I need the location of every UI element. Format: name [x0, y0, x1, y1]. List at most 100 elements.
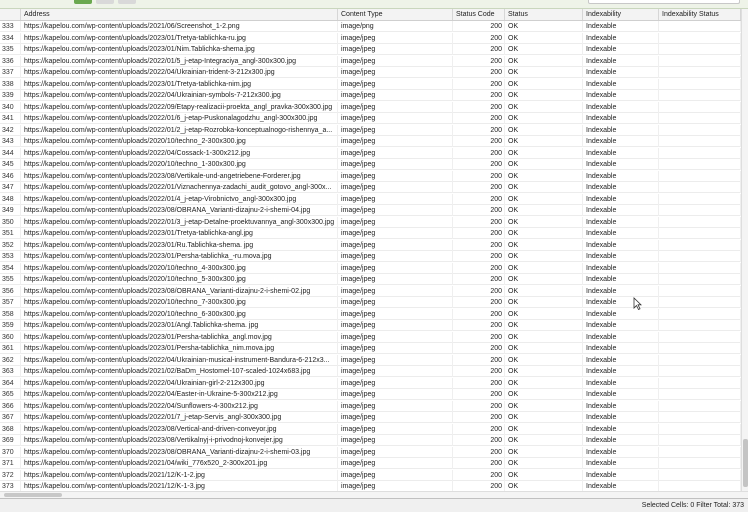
cell-content-type[interactable]: image/jpeg [338, 101, 453, 113]
cell-indexability[interactable]: Indexable [583, 331, 659, 343]
row-number[interactable]: 355 [0, 274, 21, 285]
cell-address[interactable]: https://kapelou.com/wp-content/uploads/2… [21, 481, 338, 491]
vertical-scrollbar[interactable] [741, 9, 748, 491]
cell-status-code[interactable]: 200 [453, 44, 505, 55]
table-row[interactable]: 345 https://kapelou.com/wp-content/upload… [0, 159, 748, 170]
cell-status-code[interactable]: 200 [453, 193, 505, 205]
row-number[interactable]: 370 [0, 446, 21, 458]
cell-status[interactable]: OK [505, 412, 583, 423]
cell-status[interactable]: OK [505, 159, 583, 170]
row-number[interactable]: 359 [0, 320, 21, 331]
cell-status-code[interactable]: 200 [453, 435, 505, 446]
cell-status-code[interactable]: 200 [453, 469, 505, 481]
cell-status-code[interactable]: 200 [453, 101, 505, 113]
cell-indexability-status[interactable] [659, 435, 741, 446]
cell-indexability-status[interactable] [659, 354, 741, 366]
row-number[interactable]: 344 [0, 147, 21, 159]
cell-status[interactable]: OK [505, 469, 583, 481]
cell-status-code[interactable]: 200 [453, 285, 505, 297]
cell-content-type[interactable]: image/jpeg [338, 32, 453, 44]
cell-address[interactable]: https://kapelou.com/wp-content/uploads/2… [21, 67, 338, 78]
cell-indexability-status[interactable] [659, 297, 741, 308]
row-number[interactable]: 351 [0, 228, 21, 239]
cell-content-type[interactable]: image/jpeg [338, 297, 453, 308]
table-row[interactable]: 342 https://kapelou.com/wp-content/upload… [0, 124, 748, 136]
cell-indexability[interactable]: Indexable [583, 67, 659, 78]
cell-status[interactable]: OK [505, 170, 583, 182]
table-row[interactable]: 348 https://kapelou.com/wp-content/upload… [0, 193, 748, 205]
cell-indexability[interactable]: Indexable [583, 239, 659, 251]
cell-content-type[interactable]: image/jpeg [338, 343, 453, 354]
cell-address[interactable]: https://kapelou.com/wp-content/uploads/2… [21, 331, 338, 343]
row-number[interactable]: 365 [0, 389, 21, 400]
cell-indexability-status[interactable] [659, 239, 741, 251]
cell-indexability-status[interactable] [659, 331, 741, 343]
table-row[interactable]: 336 https://kapelou.com/wp-content/upload… [0, 55, 748, 67]
cell-status[interactable]: OK [505, 216, 583, 228]
row-number[interactable]: 373 [0, 481, 21, 491]
cell-status[interactable]: OK [505, 193, 583, 205]
cell-status[interactable]: OK [505, 377, 583, 389]
table-row[interactable]: 346 https://kapelou.com/wp-content/upload… [0, 170, 748, 182]
cell-content-type[interactable]: image/jpeg [338, 113, 453, 124]
cell-indexability-status[interactable] [659, 205, 741, 216]
cell-status[interactable]: OK [505, 113, 583, 124]
row-number[interactable]: 362 [0, 354, 21, 366]
table-row[interactable]: 337 https://kapelou.com/wp-content/upload… [0, 67, 748, 78]
cell-indexability-status[interactable] [659, 193, 741, 205]
cell-content-type[interactable]: image/jpeg [338, 481, 453, 491]
column-header-status-code[interactable]: Status Code [453, 9, 505, 20]
cell-indexability[interactable]: Indexable [583, 389, 659, 400]
cell-address[interactable]: https://kapelou.com/wp-content/uploads/2… [21, 377, 338, 389]
cell-status[interactable]: OK [505, 458, 583, 469]
cell-status[interactable]: OK [505, 435, 583, 446]
table-row[interactable]: 367 https://kapelou.com/wp-content/upload… [0, 412, 748, 423]
cell-address[interactable]: https://kapelou.com/wp-content/uploads/2… [21, 274, 338, 285]
cell-content-type[interactable]: image/jpeg [338, 308, 453, 320]
row-number[interactable]: 367 [0, 412, 21, 423]
cell-status-code[interactable]: 200 [453, 32, 505, 44]
cell-status[interactable]: OK [505, 308, 583, 320]
row-number[interactable]: 334 [0, 32, 21, 44]
row-number[interactable]: 337 [0, 67, 21, 78]
cell-status[interactable]: OK [505, 124, 583, 136]
cell-content-type[interactable]: image/jpeg [338, 400, 453, 412]
cell-content-type[interactable]: image/jpeg [338, 354, 453, 366]
table-row[interactable]: 360 https://kapelou.com/wp-content/upload… [0, 331, 748, 343]
row-number[interactable]: 358 [0, 308, 21, 320]
row-number[interactable]: 353 [0, 251, 21, 262]
cell-indexability-status[interactable] [659, 308, 741, 320]
row-number[interactable]: 348 [0, 193, 21, 205]
cell-status-code[interactable]: 200 [453, 423, 505, 435]
cell-content-type[interactable]: image/jpeg [338, 182, 453, 193]
cell-address[interactable]: https://kapelou.com/wp-content/uploads/2… [21, 251, 338, 262]
cell-indexability[interactable]: Indexable [583, 262, 659, 274]
cell-status-code[interactable]: 200 [453, 377, 505, 389]
cell-address[interactable]: https://kapelou.com/wp-content/uploads/2… [21, 389, 338, 400]
table-row[interactable]: 338 https://kapelou.com/wp-content/upload… [0, 78, 748, 90]
cell-indexability[interactable]: Indexable [583, 354, 659, 366]
row-number[interactable]: 335 [0, 44, 21, 55]
table-row[interactable]: 359 https://kapelou.com/wp-content/upload… [0, 320, 748, 331]
cell-address[interactable]: https://kapelou.com/wp-content/uploads/2… [21, 216, 338, 228]
table-row[interactable]: 362 https://kapelou.com/wp-content/upload… [0, 354, 748, 366]
cell-content-type[interactable]: image/jpeg [338, 458, 453, 469]
cell-content-type[interactable]: image/jpeg [338, 228, 453, 239]
cell-indexability[interactable]: Indexable [583, 182, 659, 193]
cell-status[interactable]: OK [505, 285, 583, 297]
cell-content-type[interactable]: image/jpeg [338, 251, 453, 262]
cell-status[interactable]: OK [505, 274, 583, 285]
cell-content-type[interactable]: image/jpeg [338, 216, 453, 228]
table-row[interactable]: 361 https://kapelou.com/wp-content/upload… [0, 343, 748, 354]
cell-address[interactable]: https://kapelou.com/wp-content/uploads/2… [21, 343, 338, 354]
cell-address[interactable]: https://kapelou.com/wp-content/uploads/2… [21, 124, 338, 136]
cell-address[interactable]: https://kapelou.com/wp-content/uploads/2… [21, 101, 338, 113]
cell-address[interactable]: https://kapelou.com/wp-content/uploads/2… [21, 320, 338, 331]
cell-status-code[interactable]: 200 [453, 205, 505, 216]
cell-indexability-status[interactable] [659, 159, 741, 170]
cell-content-type[interactable]: image/jpeg [338, 44, 453, 55]
cell-indexability-status[interactable] [659, 78, 741, 90]
cell-status-code[interactable]: 200 [453, 113, 505, 124]
cell-status-code[interactable]: 200 [453, 124, 505, 136]
cell-status[interactable]: OK [505, 32, 583, 44]
